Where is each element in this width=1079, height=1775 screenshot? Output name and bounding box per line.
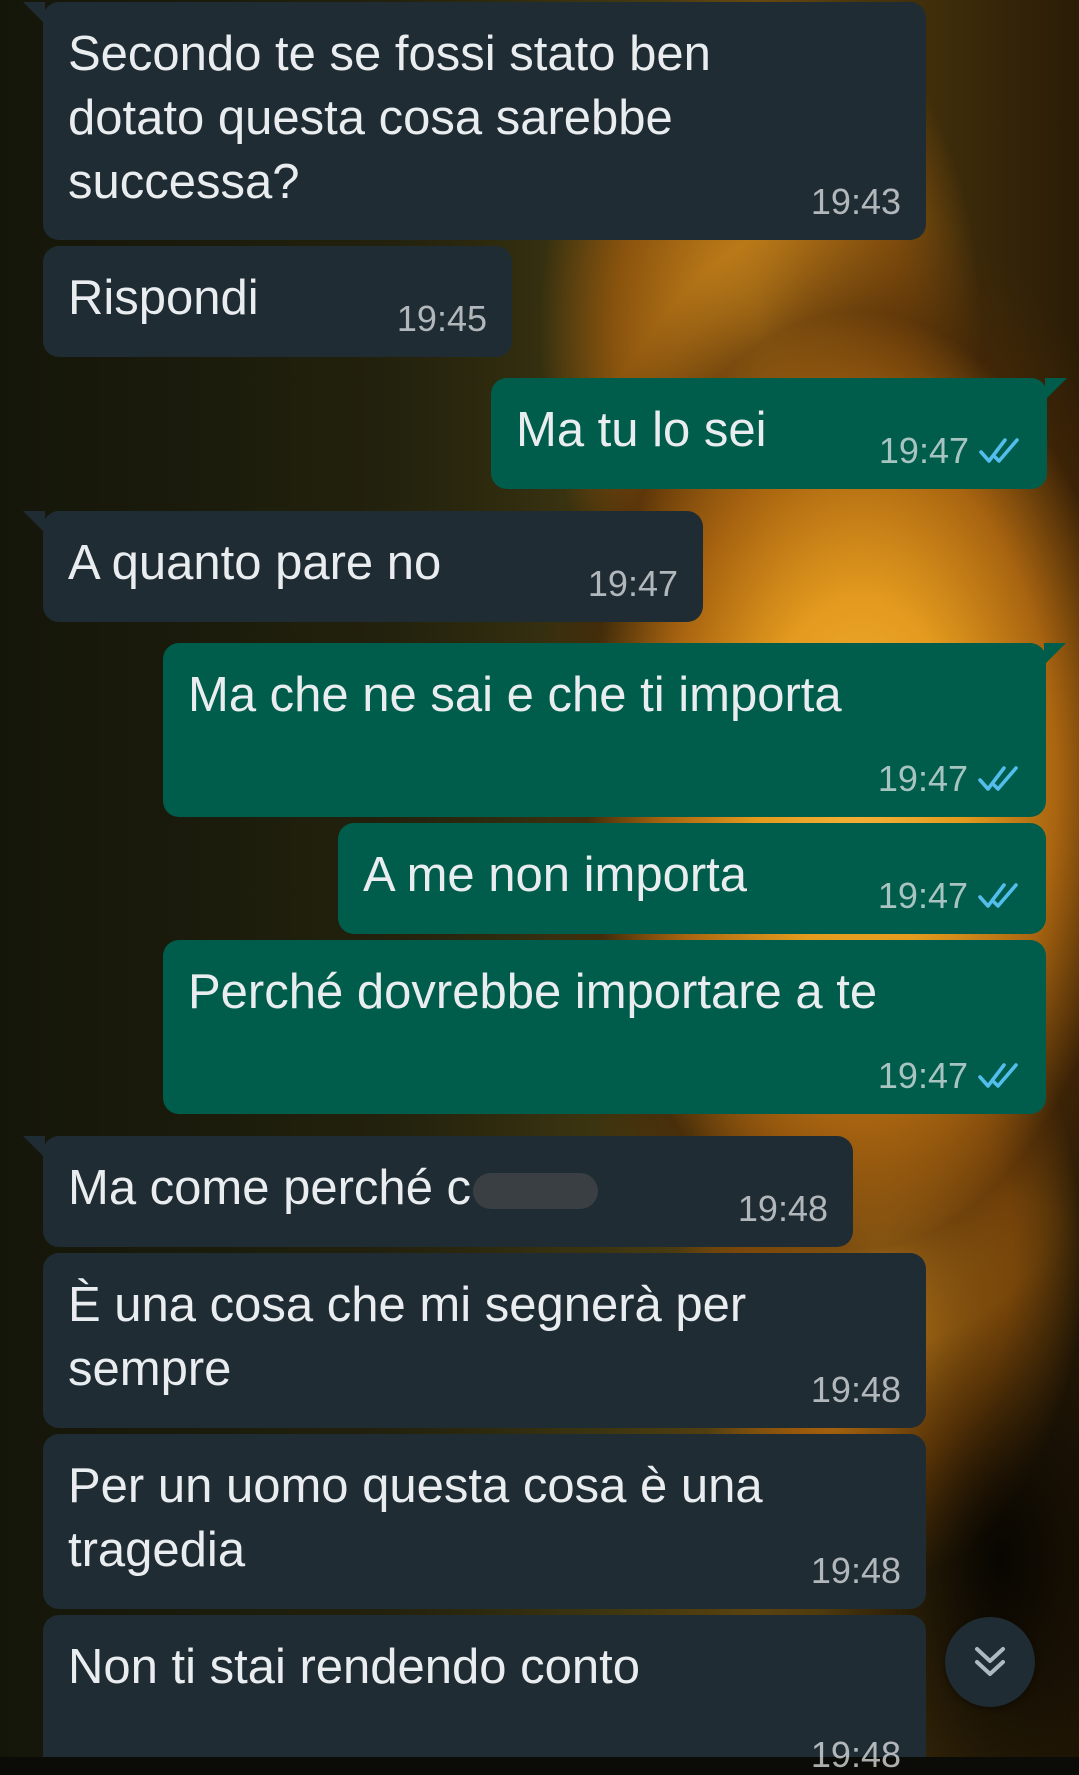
message-text: Perché dovrebbe importare a te bbox=[188, 965, 878, 1019]
message-time: 19:47 bbox=[877, 1055, 968, 1096]
double-check-icon bbox=[978, 766, 1018, 791]
message-list[interactable]: Secondo te se fossi stato ben dotato que… bbox=[0, 0, 1079, 1775]
message-time: 19:45 bbox=[396, 298, 487, 339]
message-text: Secondo te se fossi stato ben dotato que… bbox=[68, 27, 711, 209]
message-outgoing[interactable]: A me non importa 19:47 bbox=[338, 823, 1046, 934]
message-text: Ma come perché c bbox=[68, 1156, 828, 1220]
message-time: 19:48 bbox=[810, 1369, 901, 1410]
double-check-icon bbox=[978, 1063, 1018, 1088]
message-text: Ma che ne sai e che ti importa bbox=[188, 668, 842, 722]
message-text: A quanto pare no bbox=[68, 536, 442, 590]
message-text: È una cosa che mi segnerà per sempre bbox=[68, 1278, 747, 1396]
message-text: Non ti stai rendendo conto bbox=[68, 1640, 641, 1694]
message-outgoing[interactable]: Perché dovrebbe importare a te 19:47 bbox=[163, 940, 1046, 1114]
message-incoming[interactable]: Per un uomo questa cosa è una tragedia 1… bbox=[43, 1434, 926, 1609]
message-incoming[interactable]: Rispondi 19:45 bbox=[43, 246, 512, 357]
message-time: 19:47 bbox=[877, 875, 968, 916]
message-incoming[interactable]: È una cosa che mi segnerà per sempre 19:… bbox=[43, 1253, 926, 1428]
message-time: 19:48 bbox=[810, 1734, 901, 1775]
message-outgoing[interactable]: Ma tu lo sei 19:47 bbox=[491, 378, 1067, 489]
message-incoming[interactable]: Secondo te se fossi stato ben dotato que… bbox=[23, 2, 926, 240]
double-check-icon bbox=[979, 438, 1019, 463]
message-time: 19:47 bbox=[877, 758, 968, 799]
double-chevron-down-icon bbox=[975, 1647, 1005, 1676]
message-text-visible: Ma come perché c bbox=[68, 1161, 472, 1215]
message-time: 19:47 bbox=[587, 563, 678, 604]
message-outgoing[interactable]: Ma che ne sai e che ti importa 19:47 bbox=[163, 643, 1066, 817]
message-incoming[interactable]: Ma come perché c 19:48 bbox=[23, 1136, 853, 1247]
message-incoming[interactable]: Non ti stai rendendo conto 19:48 bbox=[43, 1615, 926, 1775]
message-time: 19:43 bbox=[810, 181, 901, 222]
message-incoming[interactable]: A quanto pare no 19:47 bbox=[23, 511, 703, 622]
redaction-mark bbox=[473, 1173, 599, 1210]
message-time: 19:48 bbox=[810, 1550, 901, 1591]
message-time: 19:47 bbox=[878, 430, 969, 471]
message-text: Per un uomo questa cosa è una tragedia bbox=[68, 1459, 763, 1577]
message-time: 19:48 bbox=[737, 1188, 828, 1229]
scroll-to-bottom-button[interactable] bbox=[945, 1617, 1035, 1707]
double-check-icon bbox=[978, 883, 1018, 908]
